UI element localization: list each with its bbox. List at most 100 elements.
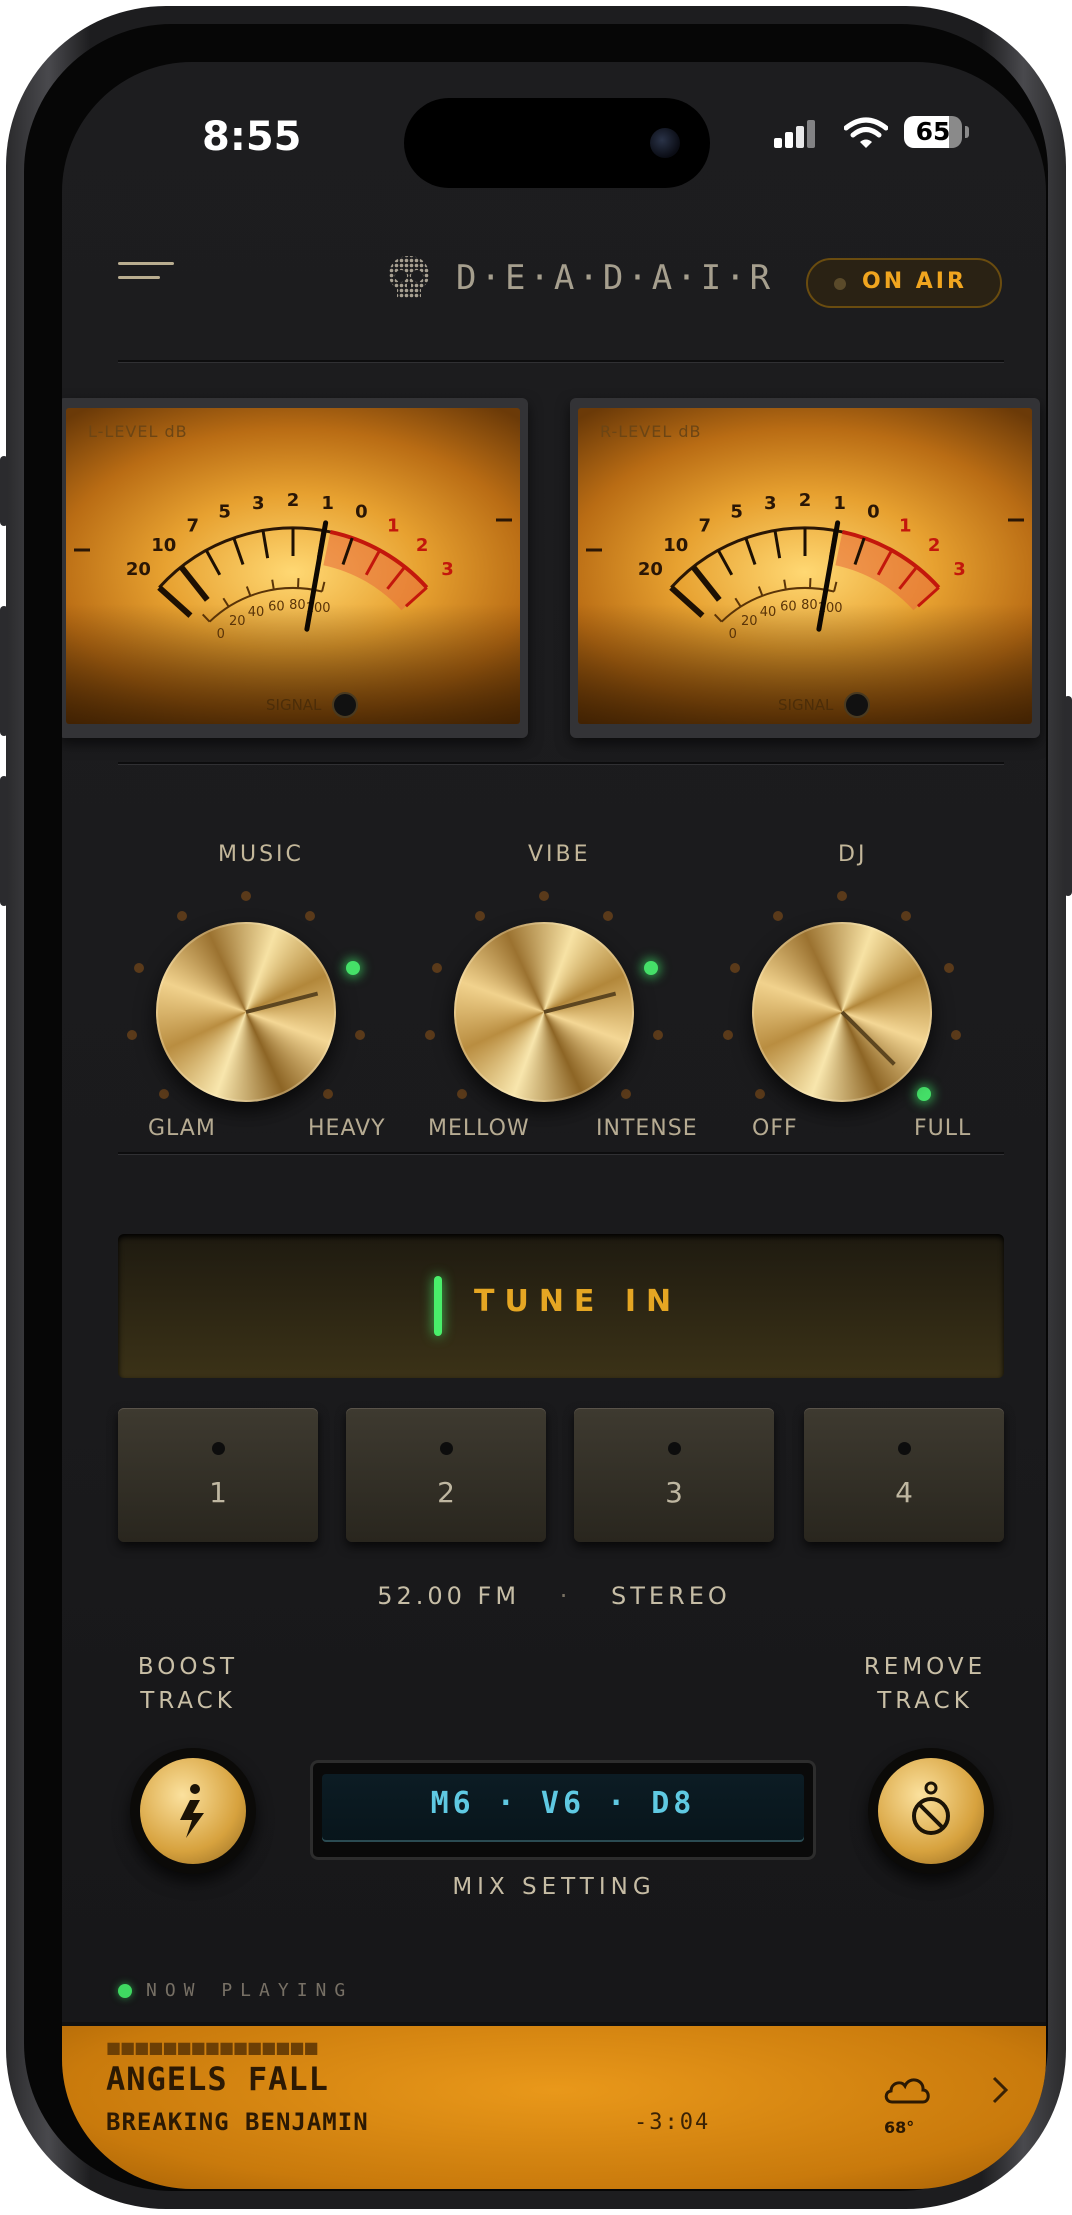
cellular-signal-icon [774, 118, 815, 148]
knob-disc [156, 922, 336, 1102]
knob-scale-dot [772, 910, 783, 921]
vu-tick [690, 565, 722, 602]
frequency-value: 52.00 FM [377, 1582, 521, 1610]
preset-button-3[interactable]: 3 [574, 1408, 774, 1542]
wifi-icon [844, 117, 888, 148]
knob-scale-dot [474, 910, 485, 921]
vu-tick-label: 10 [151, 535, 176, 556]
on-air-indicator [834, 278, 846, 290]
track-title: ANGELS FALL [106, 2060, 329, 2098]
vu-tick-label: 20 [126, 559, 151, 580]
music-min-label: GLAM [148, 1116, 216, 1141]
knob-scale-dot [723, 1029, 734, 1040]
vu-tick-label: 20 [638, 559, 663, 580]
boost-track-label: BOOST TRACK [118, 1650, 258, 1718]
dynamic-island [404, 98, 710, 188]
dj-knob[interactable] [722, 891, 962, 1132]
knob-scale-dot [176, 910, 187, 921]
knob-scale-dot [754, 1089, 765, 1100]
music-max-label: HEAVY [308, 1116, 386, 1141]
status-time: 8:55 [202, 114, 302, 160]
preset-led [898, 1442, 911, 1455]
knob-scale-dot [837, 891, 847, 901]
screen: 8:55 65 D·E·A·D·A·I·R ON AIR L-LEVEL dB … [62, 62, 1046, 2189]
remove-track-label: REMOVE TRACK [850, 1650, 1000, 1718]
knob-scale-dot [944, 962, 955, 973]
vu-minor-tick [757, 586, 764, 597]
knob-scale-dot [158, 1089, 169, 1100]
frequency-readout: 52.00 FM · STEREO [62, 1582, 1046, 1610]
boost-button-face [140, 1758, 246, 1864]
vu-tick-label: 1 [387, 516, 400, 537]
vu-percent-label: 60 [268, 599, 285, 614]
divider [118, 1152, 1004, 1154]
vu-percent-label: 0 [217, 627, 225, 642]
knob-scale-dot [950, 1029, 961, 1040]
dj-knob-title: DJ [838, 842, 868, 867]
music-knob[interactable] [126, 891, 366, 1132]
vu-tick [716, 549, 734, 576]
knob-scale-dot [901, 910, 912, 921]
boost-line-2: TRACK [140, 1688, 236, 1714]
knob-scale-dot [652, 1029, 663, 1040]
vu-tick [157, 585, 193, 618]
knob-pointer [245, 991, 319, 1014]
vibe-min-label: MELLOW [428, 1116, 530, 1141]
preset-led [440, 1442, 453, 1455]
preset-button-2[interactable]: 2 [346, 1408, 546, 1542]
skull-icon [389, 256, 429, 298]
tune-in-button[interactable]: TUNE IN [118, 1234, 1004, 1378]
knob-scale-dot [127, 1029, 138, 1040]
dj-min-label: OFF [752, 1116, 798, 1141]
power-button [1064, 696, 1072, 896]
battery-icon: 65 [904, 116, 969, 148]
vu-tick-label: 10 [663, 535, 688, 556]
chevron-right-icon[interactable] [988, 2072, 1012, 2108]
vu-tick-label: 5 [218, 502, 231, 523]
vu-tick-label: 0 [867, 502, 880, 523]
knob-scale-dot [431, 962, 442, 973]
remove-line-1: REMOVE [863, 1654, 987, 1680]
knob-scale-dot [621, 1089, 632, 1100]
preset-led [668, 1442, 681, 1455]
app-logo: D·E·A·D·A·I·R [384, 252, 774, 304]
bezel: 8:55 65 D·E·A·D·A·I·R ON AIR L-LEVEL dB … [24, 24, 1048, 2191]
remove-button-face [878, 1758, 984, 1864]
remove-line-2: TRACK [877, 1688, 973, 1714]
knob-level-led [644, 960, 659, 975]
vibe-knob[interactable] [424, 891, 664, 1132]
vu-tick [261, 530, 270, 559]
vu-tick-label: 7 [187, 516, 200, 537]
now-playing-bar[interactable]: ■■■■■■■■■■■■■■■ ANGELS FALL BREAKING BEN… [62, 2022, 1046, 2189]
mix-display: M6 · V6 · D8 [310, 1760, 816, 1860]
vu-tick-label: 1 [321, 493, 334, 514]
knob-disc [752, 922, 932, 1102]
menu-icon[interactable] [118, 262, 174, 290]
ban-icon [912, 1781, 950, 1835]
vu-percent-label: 0 [729, 627, 737, 642]
vu-tick-label: 3 [441, 559, 454, 580]
knob-scale-dot [729, 962, 740, 973]
vu-tick-label: 0 [355, 502, 368, 523]
now-playing-indicator [118, 1984, 132, 1998]
knob-scale-dot [603, 910, 614, 921]
preset-button-1[interactable]: 1 [118, 1408, 318, 1542]
preset-number: 1 [209, 1476, 227, 1509]
preset-button-4[interactable]: 4 [804, 1408, 1004, 1542]
boost-track-button[interactable] [130, 1748, 256, 1874]
mix-setting-label: MIX SETTING [452, 1874, 656, 1900]
vu-minor-tick [321, 581, 326, 592]
tune-in-label: TUNE IN [474, 1284, 682, 1319]
vu-tick-label: 1 [833, 493, 846, 514]
knob-scale-dot [241, 891, 251, 901]
on-air-button[interactable]: ON AIR [806, 258, 1002, 308]
remove-track-button[interactable] [868, 1748, 994, 1874]
vu-tick [744, 537, 757, 565]
vu-meter-face: R-LEVEL dB 20 10 7 5 3 2 1 0 1 2 3 0 20 40 60 80 100 SIG… [578, 408, 1032, 724]
action-button [0, 456, 8, 526]
vu-minor-tick [783, 579, 787, 590]
vu-tick-label: 7 [699, 516, 712, 537]
preset-led [212, 1442, 225, 1455]
vu-tick-label: 2 [287, 490, 300, 511]
vu-scale-arc [670, 526, 843, 589]
